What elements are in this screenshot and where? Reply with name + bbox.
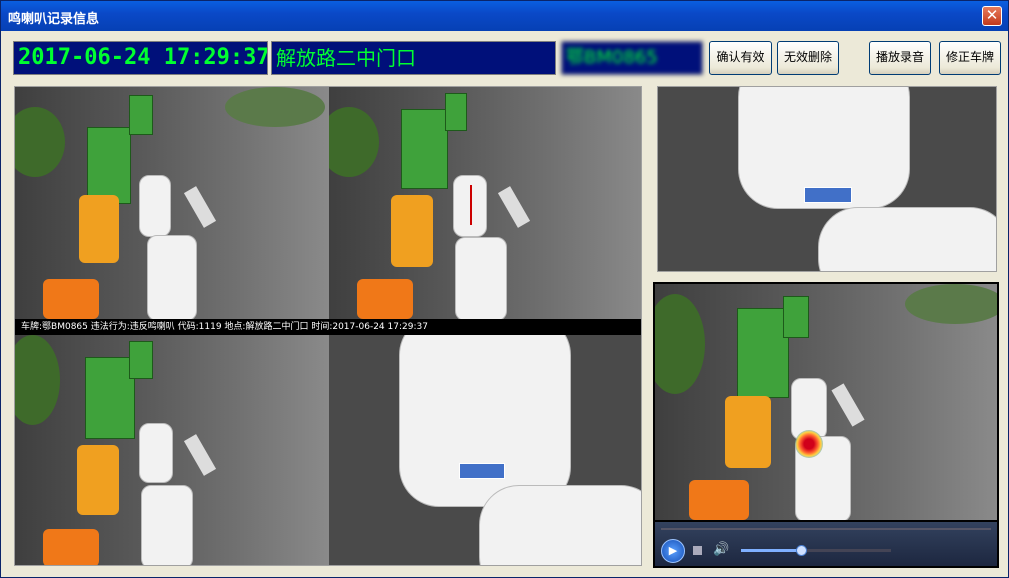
invalid-delete-button[interactable]: 无效删除 — [777, 41, 839, 75]
horn-source-marker — [795, 430, 823, 458]
window-title: 鸣喇叭记录信息 — [8, 12, 100, 27]
horn-record-window: 鸣喇叭记录信息 ✕ 2017-06-24 17:29:37 解放路二中门口 鄂B… — [0, 0, 1009, 578]
evidence-frame-3 — [15, 335, 329, 565]
player-controls: ▶ 🔊 — [655, 522, 997, 566]
video-player: ▶ 🔊 — [653, 282, 999, 568]
stop-icon[interactable] — [693, 546, 702, 555]
close-icon[interactable]: ✕ — [986, 6, 999, 24]
volume-slider[interactable] — [741, 545, 891, 556]
position-track[interactable] — [661, 528, 991, 530]
vehicle-closeup-image — [657, 86, 997, 272]
datetime-display: 2017-06-24 17:29:37 — [13, 41, 268, 75]
play-audio-button[interactable]: 播放录音 — [869, 41, 931, 75]
volume-slider-knob[interactable] — [796, 545, 807, 556]
title-bar: 鸣喇叭记录信息 ✕ — [1, 1, 1008, 31]
plate-display: 鄂BM0865 — [561, 41, 703, 75]
location-display: 解放路二中门口 — [271, 41, 556, 75]
play-icon[interactable]: ▶ — [669, 544, 677, 557]
close-button[interactable]: ✕ — [982, 6, 1002, 26]
evidence-frame-1 — [15, 87, 329, 319]
evidence-frame-2 — [329, 87, 641, 319]
evidence-frame-closeup — [329, 335, 641, 565]
volume-slider-fill — [741, 549, 801, 552]
volume-icon[interactable]: 🔊 — [713, 542, 729, 557]
violation-info-bar: 车牌:鄂BM0865 违法行为:违反鸣喇叭 代码:1119 地点:解放路二中门口… — [15, 319, 641, 335]
video-frame — [655, 284, 997, 520]
fix-plate-button[interactable]: 修正车牌 — [939, 41, 1001, 75]
evidence-composite-image: 车牌:鄂BM0865 违法行为:违反鸣喇叭 代码:1119 地点:解放路二中门口… — [14, 86, 642, 566]
confirm-valid-button[interactable]: 确认有效 — [709, 41, 772, 75]
play-button[interactable]: ▶ — [661, 539, 685, 563]
